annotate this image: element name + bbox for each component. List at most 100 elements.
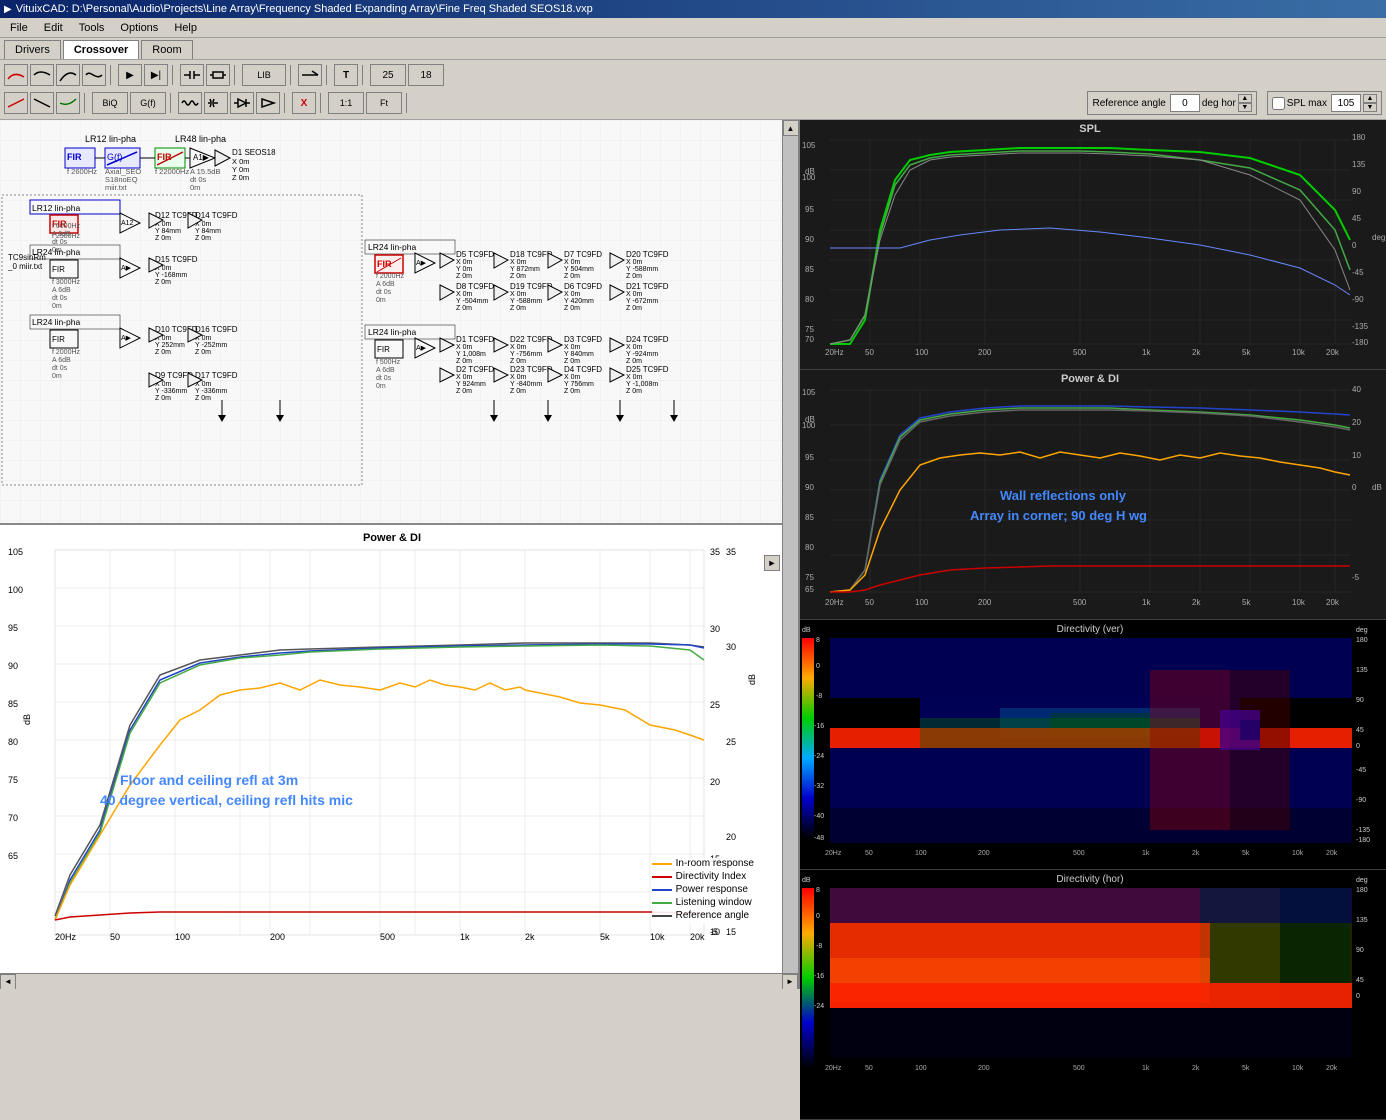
svg-text:0m: 0m xyxy=(52,247,62,254)
left-panel-vscrollbar[interactable]: ▲ ▼ xyxy=(782,120,798,989)
tb-coil[interactable] xyxy=(178,92,202,114)
tb-biq[interactable]: BiQ xyxy=(92,92,128,114)
svg-text:Y 84mm: Y 84mm xyxy=(155,228,181,235)
tb-x[interactable]: X xyxy=(292,92,316,114)
tb-lib[interactable]: LIB xyxy=(242,64,286,86)
tb-1to1[interactable]: 1:1 xyxy=(328,92,364,114)
svg-text:Y 420mm: Y 420mm xyxy=(564,298,594,305)
left-panel-hscrollbar[interactable]: ◄ ► xyxy=(0,973,798,989)
svg-text:dt 0s: dt 0s xyxy=(52,239,68,246)
svg-text:-32: -32 xyxy=(814,783,824,790)
menu-file[interactable]: File xyxy=(2,20,36,36)
svg-text:85: 85 xyxy=(805,265,814,274)
svg-text:500: 500 xyxy=(1073,598,1087,607)
svg-text:8: 8 xyxy=(816,637,820,644)
svg-text:D2 TC9FD: D2 TC9FD xyxy=(456,365,494,374)
svg-text:135: 135 xyxy=(1356,917,1368,924)
tb-play[interactable]: ▶ xyxy=(118,64,142,86)
menu-edit[interactable]: Edit xyxy=(36,20,71,36)
svg-text:X 0m: X 0m xyxy=(510,291,527,298)
svg-text:500: 500 xyxy=(380,932,395,942)
tb-cap[interactable] xyxy=(180,64,204,86)
reference-angle-group: Reference angle deg hor ▲ ▼ xyxy=(1087,91,1256,115)
svg-text:30: 30 xyxy=(726,642,736,652)
scroll-right[interactable]: ► xyxy=(782,974,798,990)
dir-hor-svg: Directivity (hor) 8 0 -8 -16 -24 dB 180 … xyxy=(800,870,1386,1116)
tab-drivers[interactable]: Drivers xyxy=(4,40,61,59)
svg-text:20Hz: 20Hz xyxy=(825,348,844,357)
menu-options[interactable]: Options xyxy=(112,20,166,36)
svg-text:X 0m: X 0m xyxy=(564,344,581,351)
tb-triangle[interactable] xyxy=(256,92,280,114)
tab-room[interactable]: Room xyxy=(141,40,192,59)
tb-curve-r2[interactable] xyxy=(30,92,54,114)
tb-curve4[interactable] xyxy=(82,64,106,86)
tb-curve-r3[interactable] xyxy=(56,92,80,114)
tb-play2[interactable]: ▶| xyxy=(144,64,168,86)
app-icon: ▶ xyxy=(4,4,12,15)
svg-text:0: 0 xyxy=(1356,743,1360,750)
svg-text:1k: 1k xyxy=(1142,850,1150,857)
expand-arrow[interactable]: ► xyxy=(764,555,780,571)
directivity-ver-graph: Directivity (ver) xyxy=(800,620,1386,870)
tb-curve2[interactable] xyxy=(30,64,54,86)
svg-text:Z 0m: Z 0m xyxy=(456,358,472,365)
scroll-up[interactable]: ▲ xyxy=(783,120,799,136)
spl-max-up[interactable]: ▲ xyxy=(1363,94,1377,103)
svg-text:A1▶: A1▶ xyxy=(193,153,210,162)
tb-wire[interactable] xyxy=(298,64,322,86)
svg-text:45: 45 xyxy=(1352,214,1361,223)
svg-text:100: 100 xyxy=(915,348,929,357)
svg-text:Power & DI: Power & DI xyxy=(1061,373,1119,385)
legend-reference: Reference angle xyxy=(652,910,754,921)
svg-text:200: 200 xyxy=(978,348,992,357)
scroll-left[interactable]: ◄ xyxy=(0,974,16,990)
reference-angle-input[interactable] xyxy=(1170,94,1200,112)
svg-text:75: 75 xyxy=(805,573,814,582)
svg-text:Y 1,008m: Y 1,008m xyxy=(456,351,486,358)
tb-diode[interactable] xyxy=(230,92,254,114)
svg-text:70: 70 xyxy=(805,335,814,344)
svg-text:35: 35 xyxy=(726,547,736,557)
svg-text:50: 50 xyxy=(865,1065,873,1072)
menu-tools[interactable]: Tools xyxy=(71,20,113,36)
tb-curve-r1[interactable] xyxy=(4,92,28,114)
svg-text:10k: 10k xyxy=(1292,598,1306,607)
tb-curve3[interactable] xyxy=(56,64,80,86)
svg-text:Z 0m: Z 0m xyxy=(626,273,642,280)
svg-text:2k: 2k xyxy=(1192,348,1201,357)
svg-text:-180: -180 xyxy=(1352,338,1369,347)
svg-text:f 6000Hz: f 6000Hz xyxy=(52,223,81,230)
tb-T[interactable]: T xyxy=(334,64,358,86)
svg-text:-16: -16 xyxy=(814,723,824,730)
tb-resist[interactable] xyxy=(206,64,230,86)
svg-text:500: 500 xyxy=(1073,850,1085,857)
tb-cap2[interactable] xyxy=(204,92,228,114)
tb-curve1[interactable] xyxy=(4,64,28,86)
svg-text:90: 90 xyxy=(805,235,814,244)
scroll-track[interactable] xyxy=(783,136,799,973)
menu-help[interactable]: Help xyxy=(166,20,205,36)
ref-angle-down[interactable]: ▼ xyxy=(1238,103,1252,112)
spl-max-input[interactable] xyxy=(1331,94,1361,112)
tb-25[interactable]: 25 xyxy=(370,64,406,86)
svg-text:90: 90 xyxy=(1356,697,1364,704)
svg-text:X 0m: X 0m xyxy=(564,291,581,298)
svg-text:Z 0m: Z 0m xyxy=(564,273,580,280)
svg-text:0: 0 xyxy=(816,663,820,670)
tabbar: Drivers Crossover Room xyxy=(0,38,1386,60)
spl-max-down[interactable]: ▼ xyxy=(1363,103,1377,112)
svg-text:75: 75 xyxy=(805,325,814,334)
legend-di: Directivity Index xyxy=(652,871,754,882)
tb-18[interactable]: 18 xyxy=(408,64,444,86)
tb-ft[interactable]: Ft xyxy=(366,92,402,114)
tab-crossover[interactable]: Crossover xyxy=(63,40,139,59)
spl-max-checkbox[interactable] xyxy=(1272,97,1285,110)
tb-sep9 xyxy=(284,93,288,113)
ref-angle-up[interactable]: ▲ xyxy=(1238,94,1252,103)
svg-text:Z 0m: Z 0m xyxy=(626,358,642,365)
svg-text:100: 100 xyxy=(802,173,816,182)
tb-gf[interactable]: G(f) xyxy=(130,92,166,114)
svg-text:135: 135 xyxy=(1356,667,1368,674)
svg-text:Y 84mm: Y 84mm xyxy=(195,228,221,235)
